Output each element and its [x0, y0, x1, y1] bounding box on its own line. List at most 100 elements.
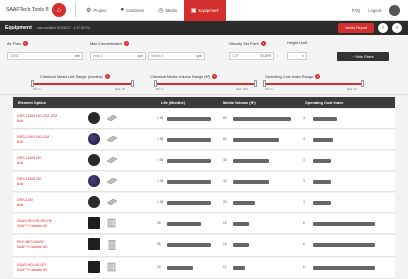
airflow-input[interactable]: 10000 cfm — [7, 52, 83, 60]
page-header: Equipment Last modified 10/5/2017 - 4:22… — [0, 21, 408, 35]
velocity-input[interactable]: 1.00 00.00% — [229, 52, 274, 60]
volume-range-label: Chemical Media Volume Range (ft³) ? — [150, 74, 218, 79]
nav-customer[interactable]: ● Customer — [113, 0, 151, 21]
table-row[interactable]: PKG-BE3-AW/W SAAF™ Cassette HD 36 16 6 — [13, 235, 395, 257]
cost-bar — [313, 222, 375, 226]
element-name[interactable]: PKG-BE3-AW/W — [17, 240, 44, 244]
cost-value: 3 — [303, 200, 305, 204]
info-icon[interactable]: ? — [22, 41, 28, 46]
table-row[interactable]: DRS-12M Bulk > 36 20 3 — [13, 193, 395, 213]
volume-value: 60 — [223, 137, 227, 141]
last-modified: Last modified 10/5/2017 - 4:22:38 PM — [36, 26, 90, 30]
volume-bar — [233, 180, 269, 184]
volume-value: 12 — [223, 265, 227, 269]
height-limit-label-text: Height Limit — [287, 41, 308, 45]
cost-range-min-handle[interactable] — [263, 80, 266, 87]
cassette-image — [108, 240, 116, 250]
info-icon[interactable]: ? — [123, 41, 129, 46]
media-image — [88, 261, 100, 273]
volume-range-min-handle[interactable] — [154, 80, 157, 87]
nav-divider — [75, 3, 76, 17]
volume-range-max-handle[interactable] — [254, 80, 257, 87]
life-range-label-text: Chemical Media Life Range (months) — [40, 74, 103, 79]
cost-range-max-handle[interactable] — [361, 80, 364, 87]
gear-icon: ⚙ — [86, 7, 92, 14]
table-header: Element Option Life (Months) Media Volum… — [13, 97, 395, 108]
element-name[interactable]: DRS-12M/12M-12M-12M — [17, 114, 57, 118]
table-row[interactable]: DRS-12M/12M Bulk > 36 40 3 — [13, 151, 395, 171]
equipment-icon: ▣ — [190, 7, 197, 14]
height-limit-label: Height Limit — [287, 41, 307, 45]
previous-button[interactable]: ‹ — [378, 23, 388, 33]
table-row[interactable]: DRS-12M/12M Bulk > 36 40 3 — [13, 172, 395, 192]
life-range-max-handle[interactable] — [131, 80, 134, 87]
table-row[interactable]: SAAS-HD-HD-HD SAAF™ Cassette HD 20 12 6 — [13, 258, 395, 279]
info-icon[interactable]: ? — [315, 74, 321, 79]
logout-link[interactable]: Logout — [368, 8, 381, 13]
hide-filters-button[interactable]: − Hide Filters — [337, 52, 389, 61]
info-icon[interactable]: ? — [260, 41, 266, 46]
media-report-button[interactable]: Media Report — [338, 23, 374, 33]
element-name[interactable]: DRS-12M/12M — [17, 177, 41, 181]
faq-link[interactable]: FAQ — [352, 8, 360, 13]
cost-range-slider[interactable] — [265, 83, 363, 85]
volume-bar — [233, 117, 291, 121]
velocity-label-text: Velocity Set Point — [229, 41, 259, 46]
cost-bar — [313, 180, 331, 184]
page-title: Equipment — [5, 25, 32, 31]
volume-range-slider[interactable] — [156, 83, 256, 85]
element-name[interactable]: SAAS-HD-HD-HD-HD — [17, 219, 52, 223]
info-icon[interactable]: ? — [212, 74, 218, 79]
life-range-slider[interactable] — [33, 83, 133, 85]
steady-value: 0 — [161, 54, 164, 58]
filter-image — [106, 135, 118, 143]
airflow-unit: cfm — [74, 54, 80, 58]
media-image — [88, 112, 100, 124]
volume-bar — [233, 201, 255, 205]
life-value: 28 — [157, 221, 161, 225]
height-limit-select[interactable]: - - ▾ — [287, 52, 307, 60]
peak-input[interactable]: Peak 0 ppb — [90, 52, 146, 60]
velocity-label: Velocity Set Point ? — [229, 41, 266, 46]
life-value: 36 — [157, 242, 161, 246]
home-button[interactable]: ⌂ — [52, 3, 66, 17]
avatar[interactable] — [389, 4, 400, 16]
cost-value: 3 — [303, 137, 305, 141]
element-name[interactable]: DRS-12M/12M-12M — [17, 135, 49, 139]
element-name[interactable]: DRS-12M/12M — [17, 156, 41, 160]
cost-bar — [313, 266, 375, 270]
column-life[interactable]: Life (Months) — [161, 101, 185, 105]
airflow-placeholder: 10000 — [10, 54, 19, 58]
hide-filters-label: Hide Filters — [355, 54, 374, 59]
element-name[interactable]: SAAS-HD-HD-HD — [17, 263, 46, 267]
volume-bar — [233, 266, 245, 270]
height-limit-value: - - — [290, 54, 294, 58]
filter-image — [106, 156, 118, 164]
nav-media-label: Media — [165, 7, 177, 13]
cost-bar — [313, 201, 331, 205]
volume-value: 40 — [223, 158, 227, 162]
column-operating-cost[interactable]: Operating Cost Index — [305, 101, 343, 105]
next-button[interactable]: › — [392, 23, 402, 33]
volume-bar — [233, 243, 249, 247]
column-element-option[interactable]: Element Option — [18, 101, 46, 105]
cost-range-label-text: Operating Cost Index Range — [265, 74, 314, 79]
nav-equipment[interactable]: ▣ Equipment — [183, 0, 226, 21]
volume-bar — [233, 222, 249, 226]
element-name[interactable]: DRS-12M — [17, 198, 33, 202]
nav-project[interactable]: ⚙ Project — [79, 0, 113, 21]
volume-range-label-text: Chemical Media Volume Range (ft³) — [150, 74, 211, 79]
top-nav: SAAFTech Tools ® ⌂ ⚙ Project ● Customer … — [0, 0, 408, 21]
life-bar — [167, 266, 193, 270]
column-media-volume[interactable]: Media Volume (ft³) — [223, 101, 256, 105]
table-row[interactable]: SAAS-HD-HD-HD-HD SAAF™ Cassette HD 28 16… — [13, 214, 395, 234]
steady-input[interactable]: Steady 0 ppb — [148, 52, 205, 60]
table-row[interactable]: DRS-12M/12M-12M Bulk > 36 60 3 — [13, 130, 395, 150]
info-icon[interactable]: ? — [104, 74, 110, 79]
life-range-min-handle[interactable] — [31, 80, 34, 87]
life-value: > 36 — [157, 137, 164, 141]
nav-media[interactable]: ◷ Media — [151, 0, 184, 21]
nav-customer-label: Customer — [126, 7, 145, 13]
table-row[interactable]: DRS-12M/12M-12M-12M Bulk > 36 80 3 — [13, 109, 395, 129]
life-range-min: Min: 0 — [33, 87, 41, 91]
